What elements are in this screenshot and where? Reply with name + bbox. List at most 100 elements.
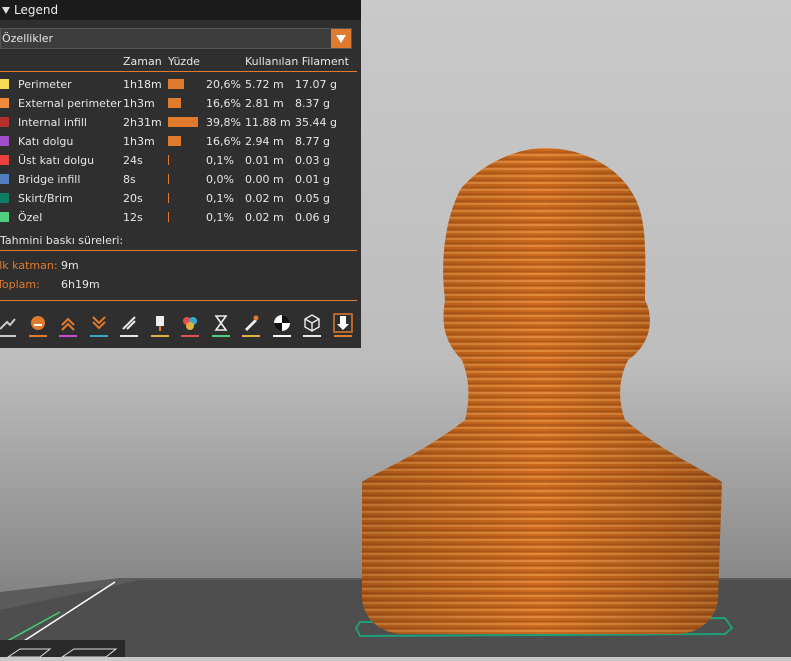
feature-time: 2h31m bbox=[123, 116, 162, 129]
feature-name: External perimeter bbox=[18, 97, 122, 110]
legend-panel: Legend Özellikler Zaman Yüzde Kullanılan… bbox=[0, 0, 361, 348]
feature-name: Özel bbox=[18, 211, 43, 224]
feature-length: 2.81 m bbox=[245, 97, 284, 110]
legend-row[interactable]: Üst katı dolgu 24s 0,1% 0.01 m 0.03 g bbox=[0, 152, 361, 171]
legend-header[interactable]: Legend bbox=[0, 0, 361, 20]
feature-percent: 0,0% bbox=[206, 173, 234, 186]
feature-weight: 0.05 g bbox=[295, 192, 330, 205]
feature-length: 0.01 m bbox=[245, 154, 284, 167]
estimate-divider bbox=[0, 250, 357, 251]
dropdown-arrow-icon[interactable] bbox=[331, 29, 351, 48]
seams-icon[interactable] bbox=[118, 312, 140, 337]
feature-weight: 8.37 g bbox=[295, 97, 330, 110]
percent-bar bbox=[168, 79, 184, 89]
feature-weight: 35.44 g bbox=[295, 116, 337, 129]
feature-name: Perimeter bbox=[18, 78, 72, 91]
col-percent-header: Yüzde bbox=[168, 55, 200, 68]
pause-prints-icon[interactable] bbox=[210, 312, 232, 337]
icon-underline bbox=[303, 335, 321, 337]
feature-time: 24s bbox=[123, 154, 143, 167]
icon-underline bbox=[242, 335, 260, 337]
total-value: 6h19m bbox=[61, 278, 100, 291]
feature-color-swatch bbox=[0, 79, 9, 89]
legend-row[interactable]: Bridge infill 8s 0,0% 0.00 m 0.01 g bbox=[0, 171, 361, 190]
tool-marker-icon[interactable] bbox=[332, 312, 354, 337]
feature-name: Skirt/Brim bbox=[18, 192, 73, 205]
icon-underline bbox=[120, 335, 138, 337]
feature-percent: 0,1% bbox=[206, 211, 234, 224]
feature-color-swatch bbox=[0, 117, 9, 127]
feature-length: 5.72 m bbox=[245, 78, 284, 91]
shells-icon[interactable] bbox=[301, 312, 323, 337]
feature-time: 8s bbox=[123, 173, 136, 186]
center-of-gravity-icon[interactable] bbox=[271, 312, 293, 337]
feature-color-swatch bbox=[0, 155, 9, 165]
percent-bar bbox=[168, 155, 169, 165]
feature-weight: 0.06 g bbox=[295, 211, 330, 224]
feature-length: 0.02 m bbox=[245, 211, 284, 224]
first-layer-label: İlk katman: bbox=[0, 259, 58, 272]
icon-underline bbox=[333, 335, 352, 337]
feature-name: Bridge infill bbox=[18, 173, 81, 186]
legend-row[interactable]: Skirt/Brim 20s 0,1% 0.02 m 0.05 g bbox=[0, 190, 361, 209]
feature-weight: 17.07 g bbox=[295, 78, 337, 91]
legend-row[interactable]: External perimeter 1h3m 16,6% 2.81 m 8.37 g bbox=[0, 95, 361, 114]
legend-row[interactable]: Perimeter 1h18m 20,6% 5.72 m 17.07 g bbox=[0, 76, 361, 95]
feature-time: 20s bbox=[123, 192, 143, 205]
percent-bar bbox=[168, 136, 181, 146]
header-divider bbox=[0, 71, 357, 72]
legend-row[interactable]: Özel 12s 0,1% 0.02 m 0.06 g bbox=[0, 209, 361, 228]
legend-row[interactable]: Internal infill 2h31m 39,8% 11.88 m 35.44 g bbox=[0, 114, 361, 133]
col-time-header: Zaman bbox=[123, 55, 162, 68]
icon-underline bbox=[28, 335, 47, 337]
feature-select-value: Özellikler bbox=[2, 32, 54, 45]
custom-gcodes-icon[interactable] bbox=[240, 312, 262, 337]
feature-name: Katı dolgu bbox=[18, 135, 74, 148]
feature-name: Internal infill bbox=[18, 116, 87, 129]
feature-percent: 16,6% bbox=[206, 135, 241, 148]
deretractions-icon[interactable] bbox=[88, 312, 110, 337]
retractions-icon[interactable] bbox=[57, 312, 79, 337]
feature-time: 1h18m bbox=[123, 78, 162, 91]
icon-underline bbox=[150, 335, 169, 337]
percent-bar bbox=[168, 193, 169, 203]
feature-length: 11.88 m bbox=[245, 116, 291, 129]
icon-underline bbox=[89, 335, 108, 337]
toolbar-divider bbox=[0, 300, 357, 301]
feature-color-swatch bbox=[0, 193, 9, 203]
legend-row[interactable]: Katı dolgu 1h3m 16,6% 2.94 m 8.77 g bbox=[0, 133, 361, 152]
feature-percent: 0,1% bbox=[206, 192, 234, 205]
feature-percent: 0,1% bbox=[206, 154, 234, 167]
feature-length: 2.94 m bbox=[245, 135, 284, 148]
feature-time: 12s bbox=[123, 211, 143, 224]
feature-weight: 0.03 g bbox=[295, 154, 330, 167]
icon-underline bbox=[181, 335, 199, 337]
feature-weight: 0.01 g bbox=[295, 173, 330, 186]
color-changes-icon[interactable] bbox=[179, 312, 201, 337]
percent-bar bbox=[168, 212, 169, 222]
feature-color-swatch bbox=[0, 136, 9, 146]
feature-color-swatch bbox=[0, 212, 9, 222]
icon-underline bbox=[272, 335, 291, 337]
view-options-toolbar bbox=[0, 312, 361, 338]
feature-name: Üst katı dolgu bbox=[18, 154, 95, 167]
travel-icon[interactable] bbox=[0, 312, 18, 337]
feature-type-select[interactable]: Özellikler bbox=[0, 28, 352, 49]
estimate-label: Tahmini baskı süreleri: bbox=[0, 234, 124, 247]
feature-length: 0.02 m bbox=[245, 192, 284, 205]
tool-changes-icon[interactable] bbox=[149, 312, 171, 337]
percent-bar bbox=[168, 117, 198, 127]
feature-percent: 39,8% bbox=[206, 116, 241, 129]
collapse-arrow-icon[interactable] bbox=[2, 6, 10, 14]
first-layer-value: 9m bbox=[61, 259, 79, 272]
total-label: Toplam: bbox=[0, 278, 40, 291]
feature-weight: 8.77 g bbox=[295, 135, 330, 148]
feature-percent: 16,6% bbox=[206, 97, 241, 110]
wipe-icon[interactable] bbox=[27, 312, 49, 337]
icon-underline bbox=[59, 335, 77, 337]
feature-length: 0.00 m bbox=[245, 173, 284, 186]
percent-bar bbox=[168, 174, 169, 184]
feature-time: 1h3m bbox=[123, 135, 155, 148]
col-filament-header: Kullanılan Filament bbox=[245, 55, 349, 68]
feature-color-swatch bbox=[0, 174, 9, 184]
